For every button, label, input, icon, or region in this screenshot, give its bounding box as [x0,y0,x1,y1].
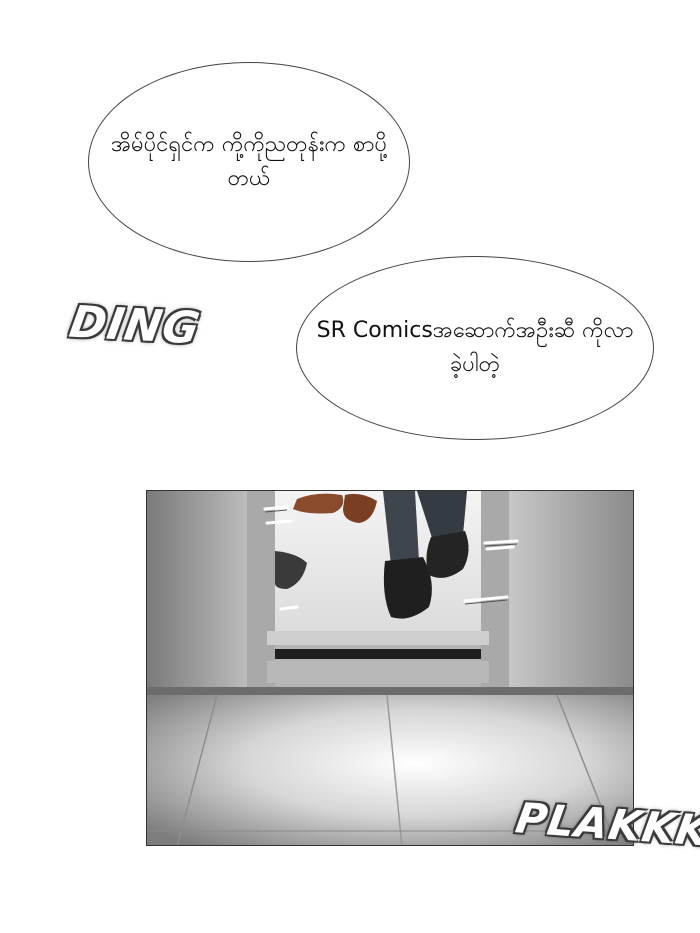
speech-bubble-1-text: အိမ်ပိုင်ရှင်က ကို့ကိုညတုန်းက စာပို့တယ် [110,132,388,191]
sound-effect-plakkk: PLAKKK [512,793,700,856]
speech-bubble-2-text: SR Comicsအဆောက်အဦးဆီ ကိုလာခဲ့ပါတဲ့ [316,318,634,377]
speech-bubble-1: အိမ်ပိုင်ရှင်က ကို့ကိုညတုန်းက စာပို့တယ် [88,62,410,262]
comic-panel-elevator [146,490,634,846]
speech-bubble-2: SR Comicsအဆောက်အဦးဆီ ကိုလာခဲ့ပါတဲ့ [296,256,654,440]
elevator-scene-illustration [147,491,633,845]
sound-effect-ding: DING [66,296,204,355]
